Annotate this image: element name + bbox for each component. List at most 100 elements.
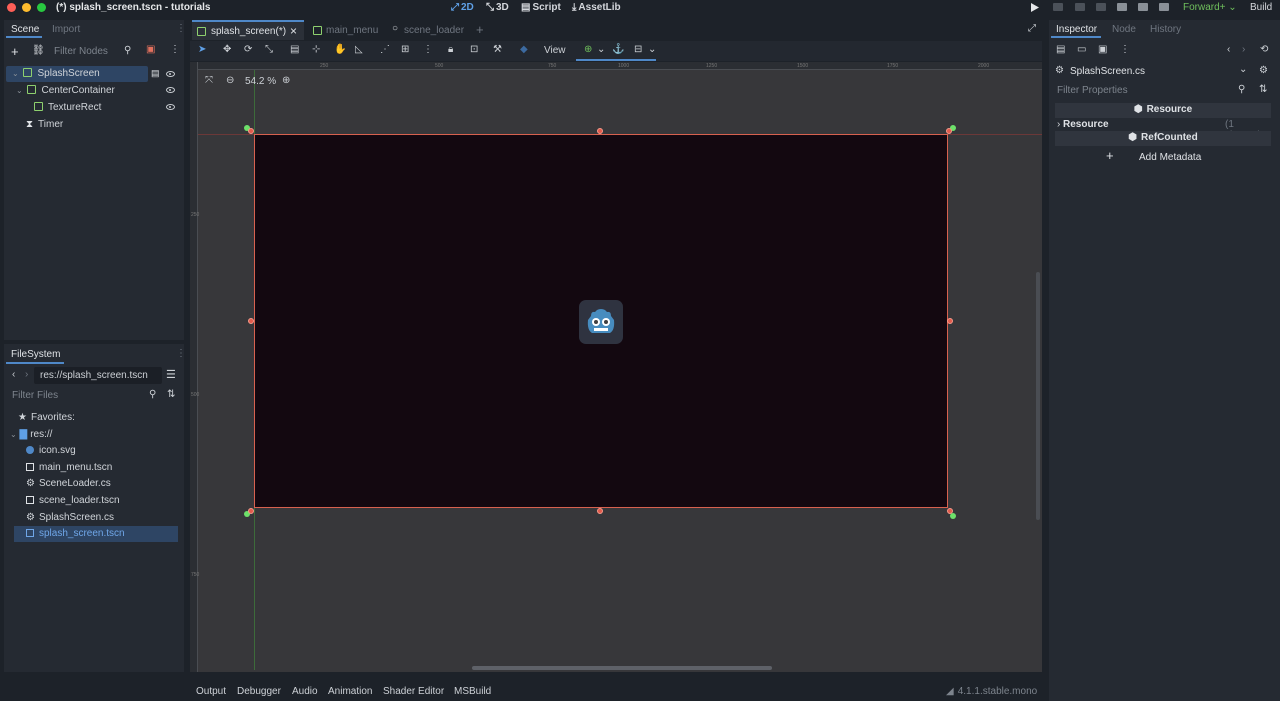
add-node-icon[interactable]: + [11, 44, 19, 59]
anchor-preset-icon[interactable]: ⊕ [584, 44, 592, 55]
mode-script-button[interactable]: ▤ Script [521, 2, 561, 13]
center-view-icon[interactable]: ⤧ [205, 75, 213, 86]
tab-animation[interactable]: Animation [328, 686, 372, 697]
view-menu[interactable]: View [544, 45, 566, 56]
res-root-item[interactable]: ⌄ ▇ res:// [10, 429, 52, 445]
file-item[interactable]: main_menu.tscn [26, 462, 112, 478]
distraction-free-icon[interactable]: ⤢ [1028, 23, 1036, 34]
add-metadata-button[interactable]: + Add Metadata [1104, 148, 1220, 165]
resize-handle-top[interactable] [597, 128, 603, 134]
horizontal-scrollbar[interactable] [472, 666, 772, 670]
tree-collapse-icon[interactable]: ⌄ [12, 69, 19, 78]
tree-collapse-icon[interactable]: ⌄ [16, 86, 23, 95]
tree-item-timer[interactable]: ⧗ Timer [26, 117, 63, 133]
tab-audio[interactable]: Audio [292, 686, 318, 697]
favorites-item[interactable]: ★ Favorites: [18, 412, 75, 428]
file-item-selected[interactable]: splash_screen.tscn [14, 526, 178, 542]
script-icon[interactable]: ▤ [151, 68, 160, 79]
select-tool-icon[interactable]: ➤ [198, 44, 206, 55]
tab-import[interactable]: Import [52, 24, 80, 35]
chevron-down-icon[interactable]: ⌄ [597, 44, 605, 55]
grid-snap-icon[interactable]: ⊞ [401, 44, 409, 55]
back-arrow-icon[interactable]: ‹ [12, 369, 15, 380]
script-attach-icon[interactable]: ▣ [146, 44, 155, 55]
vertical-scrollbar[interactable] [1036, 272, 1040, 520]
scene-menu-icon[interactable]: ⋮ [170, 44, 180, 55]
chevron-down-icon[interactable]: ⌄ [648, 44, 656, 55]
movie-maker-button[interactable] [1159, 3, 1169, 11]
run-current-scene-button[interactable] [1117, 3, 1127, 11]
pivot-tool-icon[interactable]: ⊹ [312, 44, 320, 55]
tab-filesystem[interactable]: FileSystem [11, 349, 60, 360]
zoom-level[interactable]: 54.2 % [245, 76, 276, 87]
play-icon[interactable] [1031, 3, 1039, 12]
back-arrow-icon[interactable]: ‹ [1227, 44, 1230, 55]
remote-debug-button[interactable] [1096, 3, 1106, 11]
minimize-window-button[interactable] [22, 3, 31, 12]
open-folder-icon[interactable]: ▭ [1077, 44, 1086, 55]
tree-collapse-icon[interactable]: ⌄ [10, 430, 17, 439]
section-resource-header[interactable]: ⬢ Resource [1055, 103, 1271, 118]
tab-scene[interactable]: Scene [11, 24, 39, 35]
renderer-select[interactable]: Forward+ ⌄ [1183, 2, 1237, 13]
inspector-menu-icon[interactable]: ⋮ [1120, 44, 1130, 55]
run-custom-scene-button[interactable] [1138, 3, 1148, 11]
tree-item-centercontainer[interactable]: ⌄ CenterContainer [16, 83, 115, 99]
file-item[interactable]: scene_loader.tscn [26, 495, 120, 511]
mode-assetlib-button[interactable]: ⤓ AssetLib [572, 2, 621, 13]
object-menu-icon[interactable]: ⚙ [1259, 65, 1268, 76]
pan-tool-icon[interactable]: ✋ [334, 44, 346, 55]
list-select-icon[interactable]: ▤ [290, 44, 299, 55]
resize-handle-right[interactable] [947, 318, 953, 324]
filter-options-icon[interactable]: ⇅ [1259, 84, 1267, 95]
tab-history[interactable]: History [1150, 24, 1181, 35]
split-view-icon[interactable]: ☰ [166, 368, 176, 381]
add-tab-icon[interactable]: + [476, 22, 484, 37]
zoom-out-icon[interactable]: ⊖ [226, 75, 234, 86]
container-sizing-icon[interactable]: ⊟ [634, 44, 642, 55]
mode-3d-button[interactable]: ⤡ 3D [486, 2, 509, 13]
tab-splash-screen[interactable]: splash_screen(*) × [192, 20, 304, 40]
group-icon[interactable]: ⊡ [470, 44, 478, 55]
resize-handle-bottom-left[interactable] [248, 508, 254, 514]
move-tool-icon[interactable]: ✥ [223, 44, 231, 55]
build-button[interactable]: Build [1250, 2, 1272, 13]
scale-tool-icon[interactable]: ⤡ [265, 44, 273, 55]
file-item[interactable]: ⚙ SceneLoader.cs [26, 478, 111, 494]
godot-logo-icon[interactable] [579, 300, 623, 344]
ruler-tool-icon[interactable]: ◺ [355, 44, 363, 55]
resize-handle-top-right[interactable] [946, 128, 952, 134]
tab-shader-editor[interactable]: Shader Editor [383, 686, 444, 697]
file-item[interactable]: icon.svg [26, 445, 76, 461]
visibility-eye-icon[interactable] [166, 104, 175, 110]
rotate-tool-icon[interactable]: ⟳ [244, 44, 252, 55]
tab-inspector[interactable]: Inspector [1056, 24, 1097, 35]
layout-icon[interactable]: ◆ [520, 44, 528, 55]
close-icon[interactable]: × [290, 24, 297, 38]
save-icon[interactable]: ▣ [1098, 44, 1107, 55]
resize-handle-bottom-right[interactable] [947, 508, 953, 514]
tab-output[interactable]: Output [196, 686, 226, 697]
new-resource-icon[interactable]: ▤ [1056, 44, 1065, 55]
resource-path[interactable]: SplashScreen.cs [1070, 66, 1145, 77]
close-window-button[interactable] [7, 3, 16, 12]
resize-handle-left[interactable] [248, 318, 254, 324]
canvas-viewport[interactable]: 250 500 750 1000 1250 1500 1750 2000 250… [190, 62, 1042, 672]
forward-arrow-icon[interactable]: › [1242, 44, 1245, 55]
history-icon[interactable]: ⟲ [1260, 44, 1268, 55]
anchor-handle-bottom-right[interactable] [950, 513, 956, 519]
pause-button[interactable] [1053, 3, 1063, 11]
path-field[interactable]: res://splash_screen.tscn [34, 367, 162, 384]
tab-debugger[interactable]: Debugger [237, 686, 281, 697]
chevron-down-icon[interactable]: ⌄ [1239, 64, 1247, 75]
dock-menu-icon[interactable]: ⋮ [176, 23, 186, 34]
lock-icon[interactable]: 🔒︎ [448, 44, 453, 55]
dock-menu-icon[interactable]: ⋮ [176, 348, 186, 359]
tree-item-texturerect[interactable]: TextureRect [34, 100, 101, 116]
anchor-icon[interactable]: ⚓ [612, 44, 624, 55]
tree-item-splashscreen[interactable]: ⌄ SplashScreen [6, 66, 148, 82]
tab-node[interactable]: Node [1112, 24, 1136, 35]
tab-msbuild[interactable]: MSBuild [454, 686, 491, 697]
bone-icon[interactable]: ⚒ [493, 44, 502, 55]
mode-2d-button[interactable]: ⤢ 2D [451, 2, 474, 13]
